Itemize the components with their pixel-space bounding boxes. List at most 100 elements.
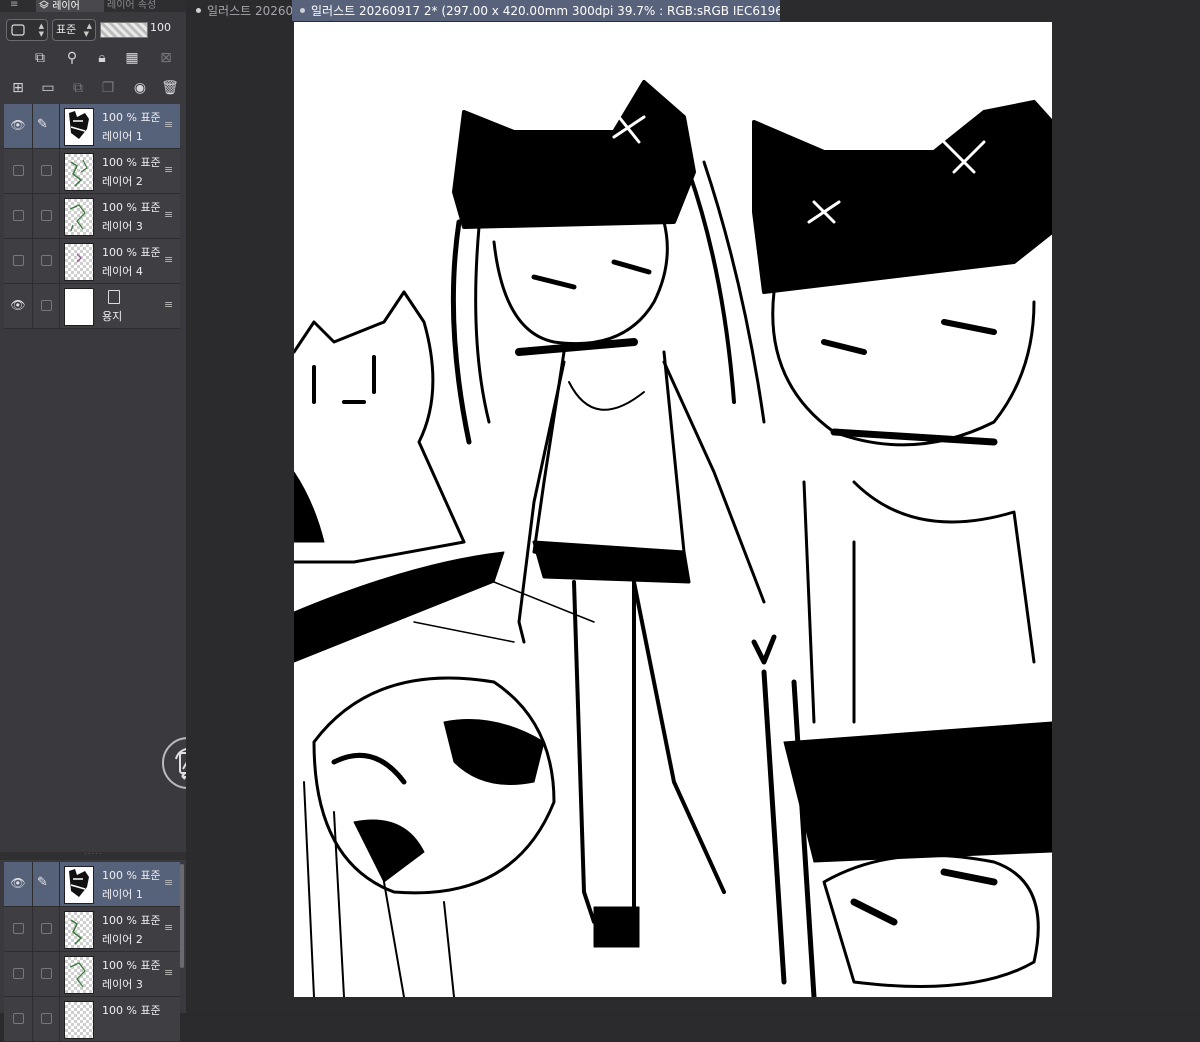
edit-checkbox[interactable] [41,1013,52,1024]
paper-icon [108,290,120,304]
opacity-slider[interactable] [100,22,148,38]
hamburger-icon[interactable]: ≡ [164,253,173,266]
layer-list-scrollbar[interactable] [180,864,184,968]
layer-thumbnail [64,198,94,236]
tab-layers[interactable]: 레이어 [36,0,104,12]
layer-thumbnail [64,911,94,949]
layer-row[interactable]: 100 % 표준 [4,997,180,1042]
visibility-checkbox[interactable] [13,968,24,979]
eye-icon[interactable]: 👁︎ [10,298,26,312]
layer-option-toolbar: ⧉ ⚲ 🔒︎ ▦ ⊠ [0,46,186,70]
layer-name: 레이어 4 [102,265,143,278]
layer-thumbnail [64,243,94,281]
lock-icon[interactable]: 🔒︎ [92,48,112,68]
lock-transparency-icon[interactable]: ▦ [122,48,142,68]
layer-thumbnail [64,956,94,994]
layer-row[interactable]: 100 % 표준 레이어 3 ≡ [4,952,180,997]
layer-list-lower: 👁︎ ✎ 100 % 표준 레이어 1 ≡ 100 % 표준 레이어 2 ≡ 1… [4,862,180,1042]
layer-row[interactable]: 100 % 표준 레이어 2 ≡ [4,149,180,194]
layer-action-toolbar: ⊞ ▭ ⧉ ❐ ◉ 🗑︎ [0,76,186,100]
pen-icon[interactable]: ✎ [37,117,48,132]
new-layer-icon[interactable]: ⊞ [8,78,28,98]
hamburger-icon[interactable]: ≡ [164,208,173,221]
mask-off-icon[interactable]: ⊠ [156,48,176,68]
edit-checkbox[interactable] [41,300,52,311]
spin-arrows-icon: ▲ ▼ [38,22,44,38]
edit-checkbox[interactable] [41,923,52,934]
layer-opacity: 100 % 표준 [102,959,161,972]
layer-row[interactable]: 100 % 표준 레이어 4 ≡ [4,239,180,284]
blend-mode-label: 표준 [56,23,77,36]
tab-layer-properties[interactable]: 레이어 속성 [104,0,190,12]
document-tab-label: 일러스트 20260 [207,4,294,18]
eye-icon[interactable]: 👁︎ [10,876,26,890]
document-tab-label: 일러스트 20260917 2* (297.00 x 420.00mm 300d… [311,4,780,18]
layer-row-paper[interactable]: 👁︎ 용지 ≡ [4,284,180,329]
document-tab-active[interactable]: 일러스트 20260917 2* (297.00 x 420.00mm 300d… [292,0,780,21]
layer-name: 레이어 1 [102,130,143,143]
layer-opacity: 100 % 표준 [102,246,161,259]
hamburger-icon[interactable]: ≡ [164,163,173,176]
edit-checkbox[interactable] [41,968,52,979]
visibility-checkbox[interactable] [13,1013,24,1024]
layer-name: 레이어 2 [102,933,143,946]
clip-icon[interactable]: ⧉ [30,48,50,68]
layer-opacity: 100 % 표준 [102,869,161,882]
layer-thumbnail [64,1001,94,1039]
layer-row[interactable]: 100 % 표준 레이어 2 ≡ [4,907,180,952]
copy-icon[interactable]: ❐ [98,78,118,98]
visibility-checkbox[interactable] [13,210,24,221]
opacity-value[interactable]: 100 [150,21,171,34]
layer-name: 레이어 1 [102,888,143,901]
sketch-artwork [294,80,1052,997]
layer-row[interactable]: 👁︎ ✎ 100 % 표준 레이어 1 ≡ [4,862,180,907]
pen-icon[interactable]: ✎ [37,875,48,890]
layer-thumbnail [64,866,94,904]
tab-properties-label: 레이어 속성 [107,0,157,11]
layer-name: 레이어 3 [102,978,143,991]
layer-thumbnail [64,153,94,191]
unsaved-dot-icon [196,8,201,13]
visibility-checkbox[interactable] [13,923,24,934]
visibility-checkbox[interactable] [13,165,24,176]
hamburger-icon[interactable]: ≡ [164,966,173,979]
edit-checkbox[interactable] [41,165,52,176]
layer-thumbnail [64,108,94,146]
layer-opacity: 100 % 표준 [102,914,161,927]
blend-controls: ▲ ▼ 표준 ▲ ▼ 100 [0,14,186,44]
tab-layers-label: 레이어 [52,1,80,12]
document-tab-bar: 일러스트 20260 일러스트 20260917 2* (297.00 x 42… [186,0,1200,22]
document-tab[interactable]: 일러스트 20260 [188,0,296,21]
trash-icon[interactable]: 🗑︎ [160,78,180,98]
new-folder-icon[interactable]: ▭ [38,78,58,98]
hamburger-icon[interactable]: ≡ [164,298,173,311]
visibility-checkbox[interactable] [13,255,24,266]
layer-name: 용지 [102,310,123,323]
layer-opacity: 100 % 표준 [102,156,161,169]
drawing-canvas[interactable] [294,22,1052,997]
blend-mode-select[interactable]: 표준 ▲ ▼ [52,19,96,41]
eye-icon[interactable]: 👁︎ [10,118,26,132]
layer-row[interactable]: 100 % 표준 레이어 3 ≡ [4,194,180,239]
edit-checkbox[interactable] [41,210,52,221]
layer-name: 레이어 3 [102,220,143,233]
hamburger-icon[interactable]: ≡ [164,921,173,934]
reference-icon[interactable]: ⚲ [62,48,82,68]
spin-arrows-icon: ▲ ▼ [83,22,92,38]
layer-row[interactable]: 👁︎ ✎ 100 % 표준 레이어 1 ≡ [4,104,180,149]
mask-icon[interactable]: ◉ [130,78,150,98]
panel-tab-bar: ≡ 레이어 레이어 속성 [0,0,186,12]
canvas-area[interactable] [186,22,1200,1013]
hamburger-icon[interactable]: ≡ [164,876,173,889]
layer-name: 레이어 2 [102,175,143,188]
layer-mode-select[interactable]: ▲ ▼ [6,19,48,41]
layers-icon [39,0,49,9]
hamburger-icon[interactable]: ≡ [164,118,173,131]
merge-icon[interactable]: ⧉ [68,78,88,98]
hamburger-icon[interactable]: ≡ [10,0,18,11]
unsaved-dot-icon [300,8,305,13]
panel-divider-handle[interactable]: · · · · · [0,852,186,860]
layer-thumbnail [64,288,94,326]
edit-checkbox[interactable] [41,255,52,266]
layer-opacity: 100 % 표준 [102,201,161,214]
